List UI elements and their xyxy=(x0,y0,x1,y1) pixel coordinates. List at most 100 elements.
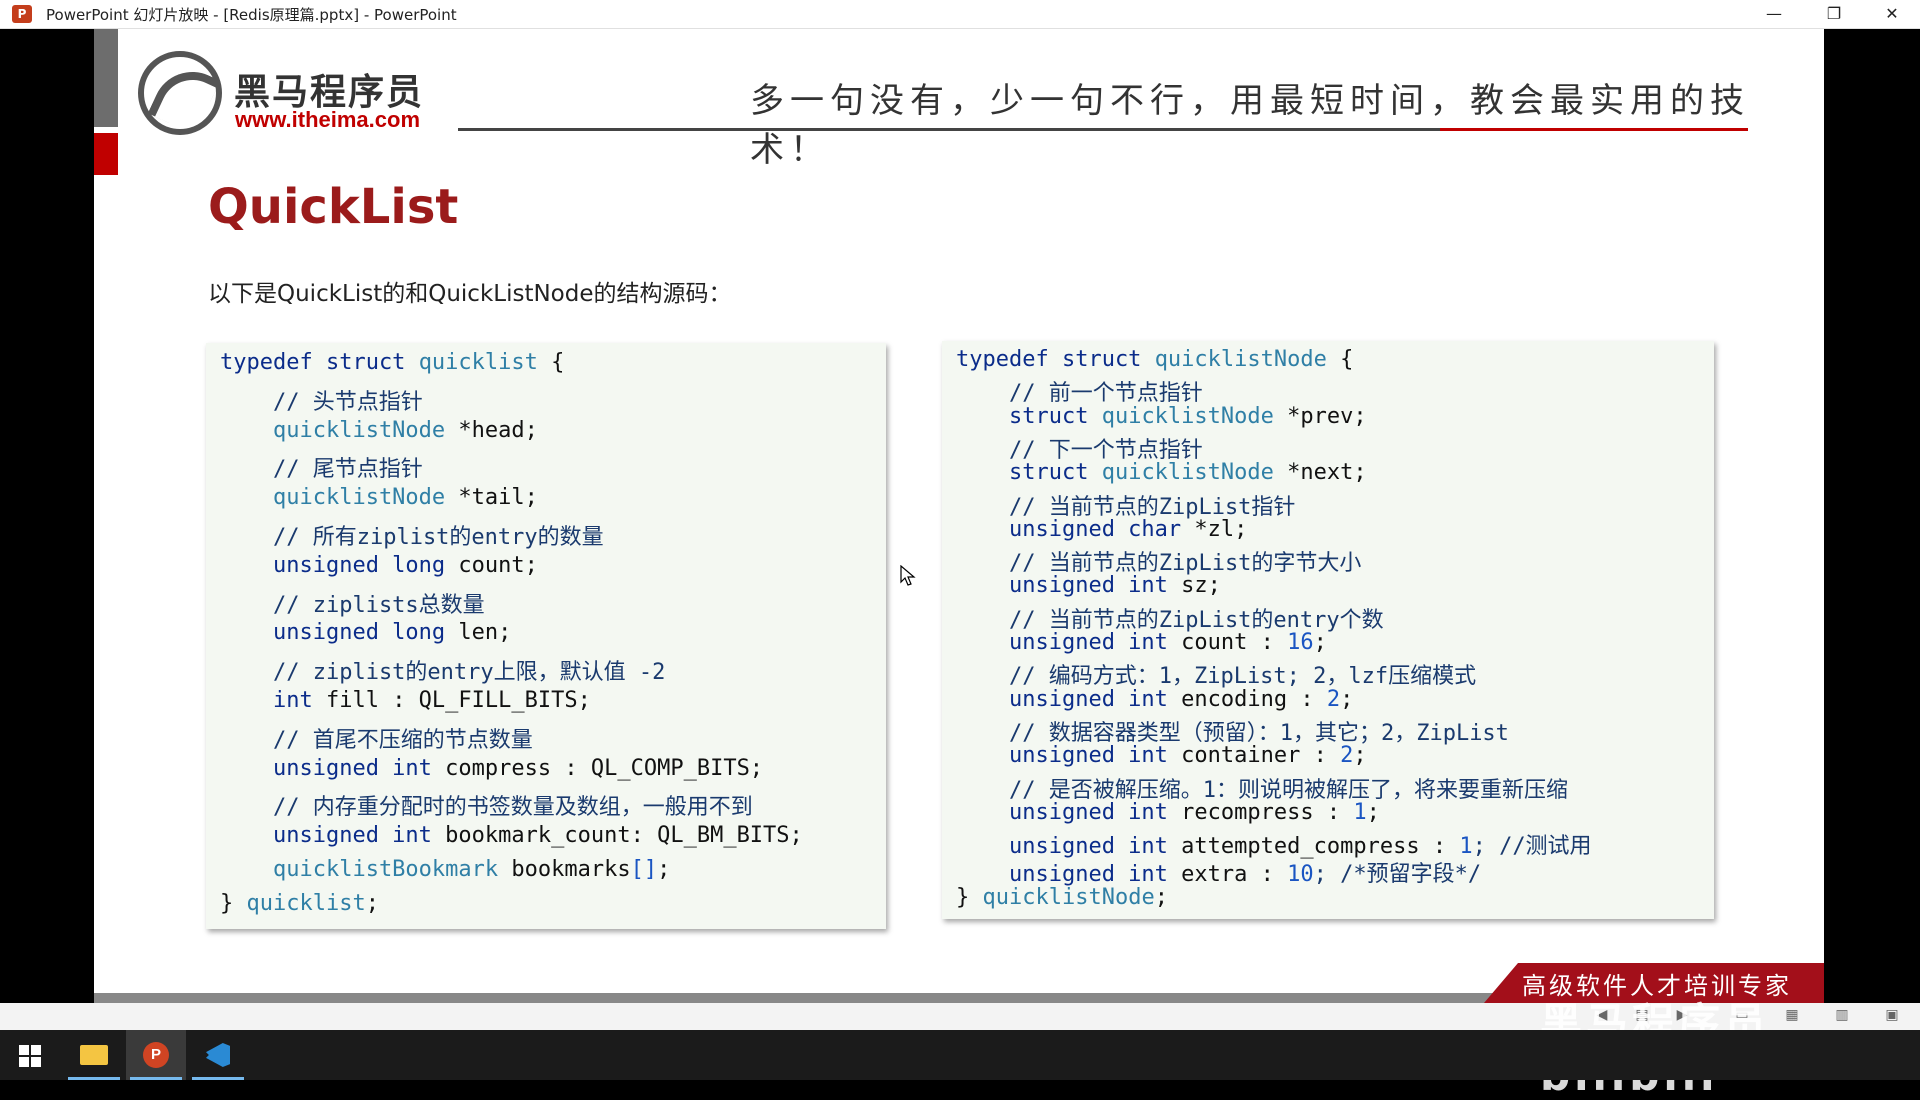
code-token: *zl; xyxy=(1194,516,1248,542)
code-line: } quicklistNode; xyxy=(956,885,1168,910)
code-token: quicklistNode xyxy=(1101,403,1274,429)
code-token: recompress : xyxy=(1181,799,1354,825)
code-line: // 下一个节点指针 xyxy=(956,432,1203,464)
code-token: // 前一个节点指针 xyxy=(956,381,1203,407)
code-token: unsigned int xyxy=(956,686,1182,712)
code-line: quicklistBookmark bookmarks[]; xyxy=(220,857,670,882)
code-token: *tail; xyxy=(445,485,538,511)
code-token: count : xyxy=(1181,630,1288,655)
code-line: typedef struct quicklistNode { xyxy=(956,347,1353,372)
code-token: quicklistNode xyxy=(220,417,446,443)
code-line: unsigned int sz; xyxy=(956,573,1221,598)
code-token: struct xyxy=(956,403,1102,429)
code-line: struct quicklistNode *prev; xyxy=(956,404,1367,429)
code-line: unsigned int extra : 10; /*预留字段*/ xyxy=(956,856,1481,888)
code-line: // 编码方式：1，ZipList; 2，lzf压缩模式 xyxy=(956,658,1476,690)
code-line: unsigned int compress : QL_COMP_BITS; xyxy=(220,756,763,781)
code-line: int fill : QL_FILL_BITS; xyxy=(220,688,591,713)
code-token: unsigned long xyxy=(220,620,459,646)
code-line: // 当前节点的ZipList指针 xyxy=(956,489,1295,521)
code-token: 2 xyxy=(1326,686,1341,712)
code-token: typedef struct xyxy=(956,347,1155,372)
code-token: bookmark_count: QL_BM_BITS; xyxy=(445,823,803,849)
code-token: bookmarks xyxy=(498,857,631,882)
minimize-button[interactable]: — xyxy=(1746,0,1802,28)
code-token: quicklistNode xyxy=(220,485,446,511)
code-token: container : xyxy=(1181,743,1341,769)
code-token: { xyxy=(1326,347,1354,372)
code-line: // 尾节点指针 xyxy=(220,451,423,483)
slide-decor-accent xyxy=(94,133,118,175)
code-line: } quicklist; xyxy=(220,891,379,916)
code-token: 10 xyxy=(1287,862,1314,888)
code-token: ; //测试用 xyxy=(1472,834,1592,860)
code-token: extra : xyxy=(1181,862,1288,888)
code-token: unsigned int xyxy=(956,862,1182,888)
code-token: compress : QL_COMP_BITS; xyxy=(445,755,764,781)
file-explorer-taskbar-button[interactable] xyxy=(64,1030,124,1080)
slide[interactable]: 黑马程序员 www.itheima.com 多一句没有，少一句不行，用最短时间，… xyxy=(94,29,1824,1003)
slide-decor-bar xyxy=(94,29,118,127)
code-token: unsigned char xyxy=(956,516,1195,542)
code-token: // 所有ziplist的entry的数量 xyxy=(220,525,604,550)
code-token: quicklist xyxy=(246,890,366,916)
code-token: sz; xyxy=(1181,573,1221,599)
mouse-cursor-icon xyxy=(900,565,916,586)
code-token: ; xyxy=(1340,686,1354,712)
code-block-quicklist: typedef struct quicklist { // 头节点指针 quic… xyxy=(206,343,886,929)
logo-url: www.itheima.com xyxy=(235,107,421,132)
code-token: // 当前节点的ZipList指针 xyxy=(956,494,1296,520)
start-button[interactable] xyxy=(0,1030,60,1080)
code-line: // 当前节点的ZipList的字节大小 xyxy=(956,545,1361,577)
code-token: quicklistNode xyxy=(1154,347,1327,372)
code-line: unsigned int count : 16; xyxy=(956,630,1327,655)
code-line: unsigned int encoding : 2; xyxy=(956,687,1353,712)
code-token: 1 xyxy=(1353,799,1367,825)
code-token: unsigned int xyxy=(956,743,1182,769)
code-line: quicklistNode *head; xyxy=(220,418,538,443)
code-token: quicklist xyxy=(418,350,538,375)
code-token: *head; xyxy=(445,417,538,443)
code-token: // 尾节点指针 xyxy=(220,457,423,483)
slide-subtitle: 以下是QuickList的和QuickListNode的结构源码： xyxy=(208,281,732,307)
code-token: int xyxy=(220,688,326,713)
code-line: // 数据容器类型（预留）：1，其它；2，ZipList xyxy=(956,715,1509,747)
code-line: unsigned int recompress : 1; xyxy=(956,800,1380,825)
powerpoint-taskbar-button[interactable]: P xyxy=(126,1030,186,1080)
code-token: len; xyxy=(458,620,512,646)
code-token: quicklistBookmark xyxy=(220,857,499,882)
close-button[interactable]: ✕ xyxy=(1864,0,1920,28)
code-token: // ziplists总数量 xyxy=(220,592,485,618)
slide-title: QuickList xyxy=(208,179,459,235)
code-token: 16 xyxy=(1287,630,1314,655)
code-line: unsigned char *zl; xyxy=(956,517,1247,542)
vscode-taskbar-button[interactable] xyxy=(188,1030,248,1080)
code-token: ; xyxy=(365,890,379,916)
code-line: // ziplist的entry上限，默认值 -2 xyxy=(220,654,665,686)
code-token: // ziplist的entry上限，默认值 -2 xyxy=(220,660,666,686)
code-token: unsigned long xyxy=(220,552,459,578)
code-token: unsigned int xyxy=(956,799,1182,825)
restore-button[interactable]: ❐ xyxy=(1806,0,1862,28)
code-token: // 首尾不压缩的节点数量 xyxy=(220,727,533,753)
code-line: // ziplists总数量 xyxy=(220,587,485,619)
code-token: struct xyxy=(956,460,1102,486)
code-token: // 当前节点的ZipList的字节大小 xyxy=(956,551,1362,577)
code-token: ; /*预留字段*/ xyxy=(1313,862,1482,888)
code-token: unsigned int xyxy=(956,630,1182,655)
code-line: unsigned int container : 2; xyxy=(956,743,1367,768)
taskbar xyxy=(0,1030,1920,1080)
code-line: unsigned int bookmark_count: QL_BM_BITS; xyxy=(220,823,803,848)
code-token: fill : QL_FILL_BITS; xyxy=(325,688,591,713)
powerpoint-icon: P xyxy=(143,1042,169,1068)
code-token: typedef struct xyxy=(220,350,419,375)
code-token: ; xyxy=(657,857,671,882)
windows-logo-icon xyxy=(19,1045,41,1067)
code-token: // 是否被解压缩。1：则说明被解压了，将来要重新压缩 xyxy=(956,777,1568,803)
code-block-quicklistnode: typedef struct quicklistNode { // 前一个节点指… xyxy=(942,341,1714,919)
code-line: // 前一个节点指针 xyxy=(956,375,1203,407)
code-token: ; xyxy=(1154,884,1168,910)
code-token: // 内存重分配时的书签数量及数组，一般用不到 xyxy=(220,795,753,821)
code-token: // 编码方式：1，ZipList; 2，lzf压缩模式 xyxy=(956,664,1477,690)
code-token: } xyxy=(220,890,247,916)
